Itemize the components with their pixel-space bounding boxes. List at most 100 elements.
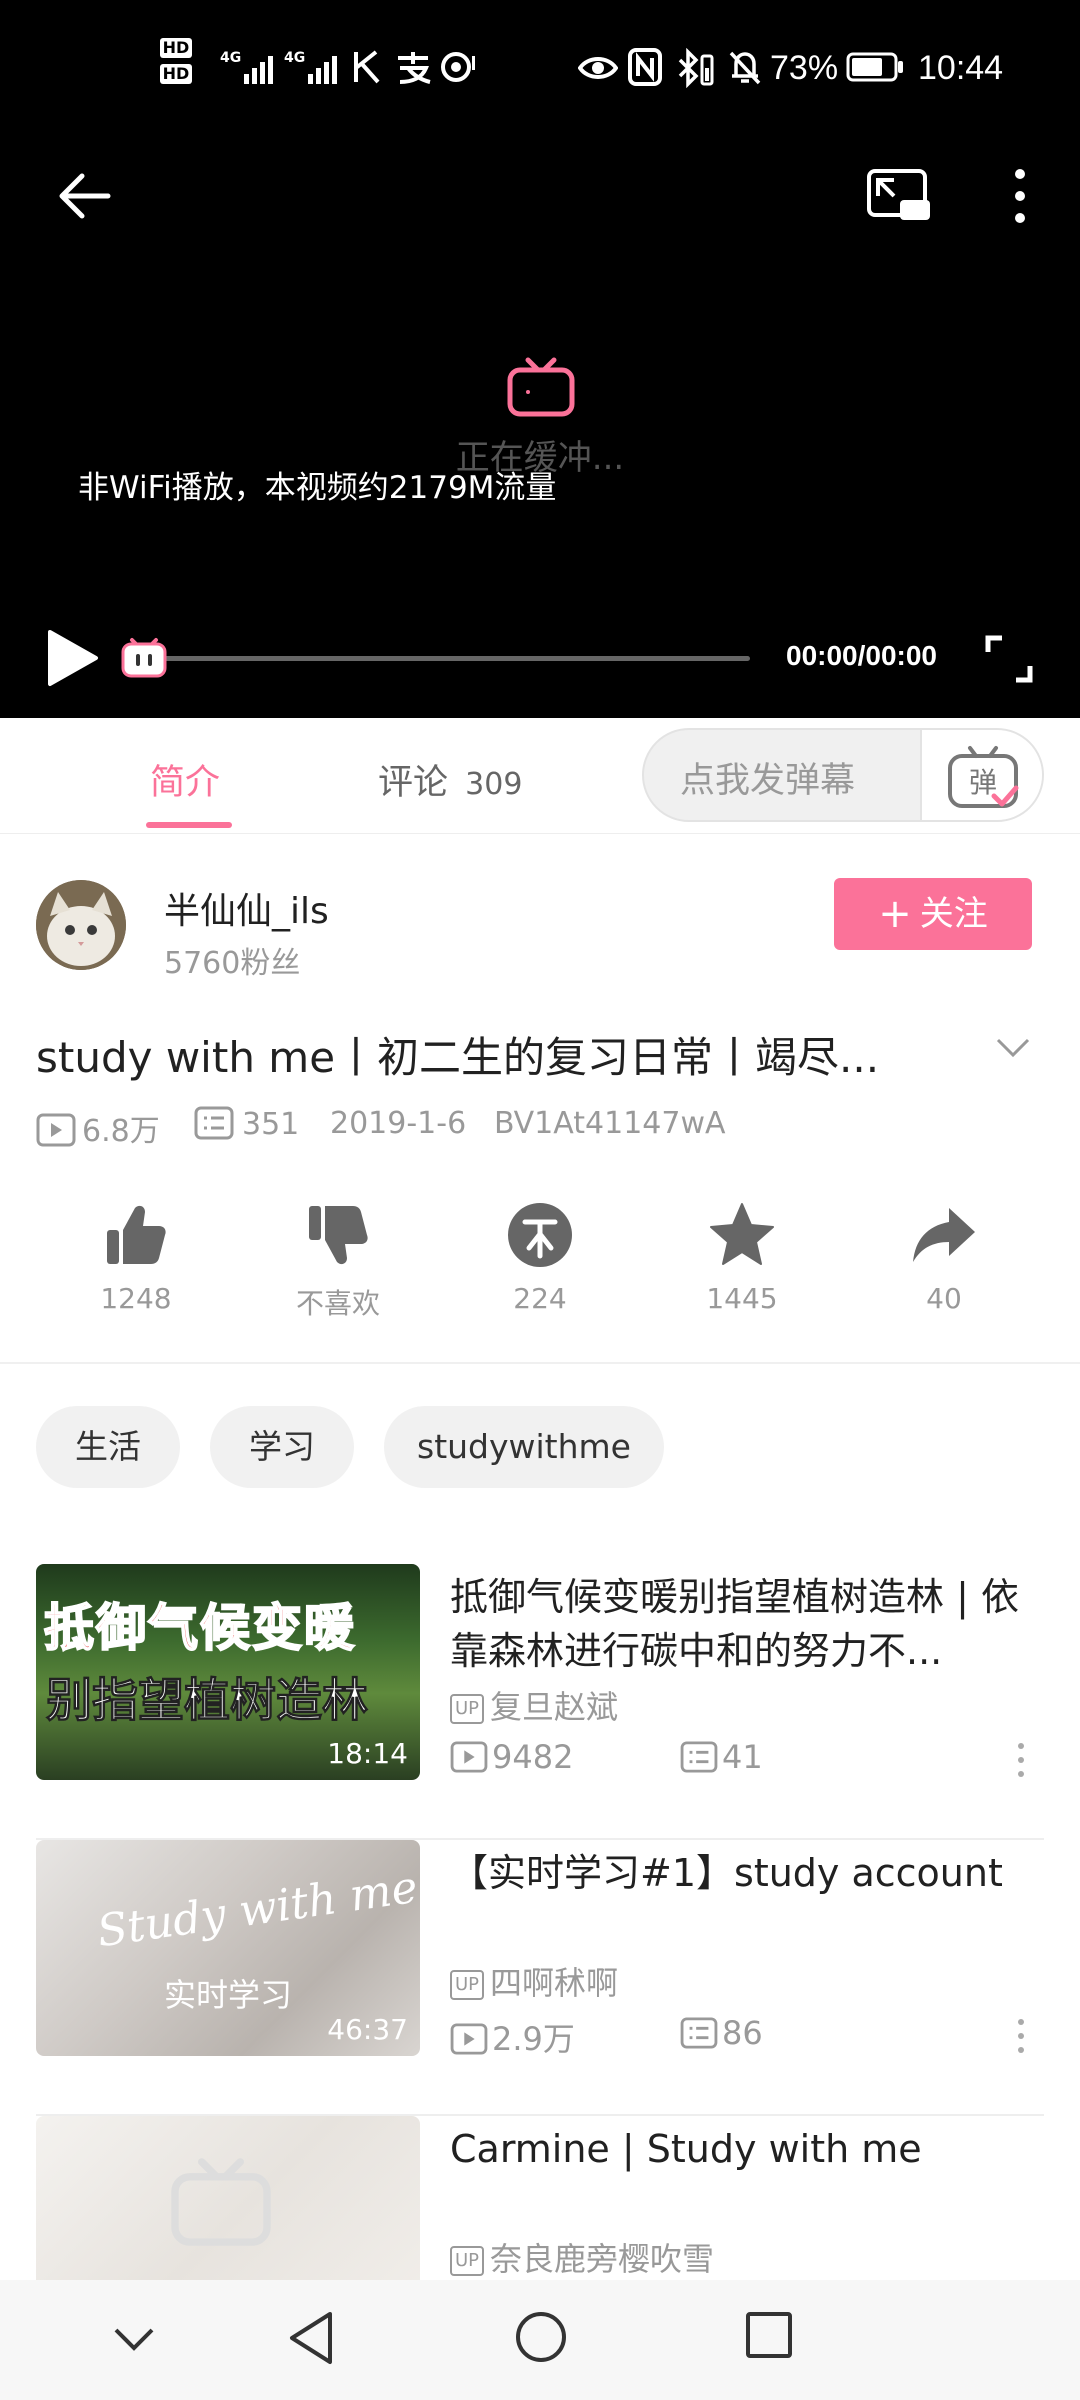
dislike-button[interactable]: 不喜欢 <box>258 1200 418 1322</box>
hd2-label: HD <box>160 64 192 84</box>
danmaku-count-value: 351 <box>242 1107 300 1142</box>
danmaku-input[interactable]: 点我发弹幕 弹 <box>642 728 1044 822</box>
rec-views: 2.9万 <box>450 2014 575 2060</box>
hd1-label: HD <box>160 38 192 58</box>
mute-bell-icon <box>729 51 761 85</box>
progress-thumb-icon[interactable] <box>120 636 168 678</box>
recommended-video[interactable]: 抵御气候变暖 别指望植树造林 18:14 抵御气候变暖别指望植树造林 | 依靠森… <box>0 1564 1080 1840</box>
rec-uploader: UP 四啊秫啊 <box>450 1958 618 2004</box>
view-count: 6.8万 <box>36 1106 160 1150</box>
thumbs-up-icon <box>107 1205 166 1264</box>
hotspot-icon <box>441 52 475 82</box>
rec-title: Carmine | Study with me <box>450 2127 922 2171</box>
star-icon <box>710 1203 774 1265</box>
more-options-icon[interactable] <box>1014 1740 1028 1780</box>
progress-bar[interactable] <box>146 656 750 661</box>
rec-uploader: UP 奈良鹿旁樱吹雪 <box>450 2234 714 2280</box>
thumb-overlay-text: 抵御气候变暖 <box>43 1598 356 1658</box>
tv-buffering-icon <box>507 357 575 417</box>
share-count: 40 <box>926 1282 962 1315</box>
section-divider <box>0 1362 1080 1364</box>
collapse-chevron-icon[interactable] <box>112 2324 156 2354</box>
rec-uploader-name: 奈良鹿旁樱吹雪 <box>490 2240 715 2278</box>
rec-views-value: 9482 <box>492 1738 574 1776</box>
battery-icon <box>846 52 903 82</box>
tag-item[interactable]: 生活 <box>36 1406 180 1488</box>
thumb-overlay-text: Study with me <box>94 1861 420 1958</box>
view-count-value: 6.8万 <box>82 1114 160 1149</box>
follow-button[interactable]: + 关注 <box>834 878 1032 950</box>
pip-cast-icon[interactable] <box>866 168 932 224</box>
net2-label: 4G <box>284 50 306 66</box>
rec-danmaku: 86 <box>680 2014 763 2052</box>
thumb-overlay-text-2: 别指望植树造林 <box>46 1673 369 1728</box>
tab-comments[interactable]: 评论 309 <box>378 754 522 805</box>
rec-danmaku-value: 86 <box>722 2014 763 2052</box>
share-button[interactable]: 40 <box>864 1200 1024 1315</box>
more-options-icon[interactable] <box>1014 2016 1028 2056</box>
action-bar: 1248 不喜欢 224 1445 40 <box>0 1200 1080 1330</box>
data-usage-tip: 非WiFi播放，本视频约2179M流量 <box>78 470 557 506</box>
rec-danmaku-value: 41 <box>722 1738 763 1776</box>
video-duration: 18:14 <box>327 1737 408 1770</box>
play-count-icon <box>36 1113 76 1147</box>
publish-date: 2019-1-6 <box>330 1106 467 1141</box>
danmaku-toggle-button[interactable]: 弹 <box>920 730 1042 820</box>
more-options-icon[interactable] <box>1000 166 1040 226</box>
like-button[interactable]: 1248 <box>56 1200 216 1315</box>
rec-title: 【实时学习#1】study account <box>450 1851 1003 1895</box>
favorite-count: 1445 <box>706 1282 778 1315</box>
uploader-fans: 5760粉丝 <box>164 946 301 981</box>
signal-2-icon: 4G <box>284 50 340 84</box>
back-arrow-icon[interactable] <box>56 168 112 224</box>
k-app-icon <box>354 50 380 84</box>
chevron-down-icon[interactable] <box>996 1030 1030 1064</box>
hd-indicator: HD HD <box>160 38 210 100</box>
cat-avatar-image <box>36 880 126 970</box>
video-player[interactable]: HD HD 4G 4G 73% 10:44 正在缓冲... 非WiFi播放，本视… <box>0 0 1080 718</box>
tag-item[interactable]: studywithme <box>384 1406 664 1488</box>
thumb-overlay-text-2: 实时学习 <box>164 1976 293 2014</box>
rec-danmaku: 41 <box>680 1738 763 1776</box>
status-bar: HD HD 4G 4G 73% 10:44 <box>0 0 1080 140</box>
up-badge-icon: UP <box>450 2246 485 2276</box>
coin-icon <box>508 1203 572 1267</box>
coin-count: 224 <box>513 1282 567 1315</box>
video-thumbnail[interactable]: 抵御气候变暖 别指望植树造林 18:14 <box>36 1564 420 1780</box>
share-arrow-icon <box>913 1208 975 1262</box>
plus-icon: + <box>878 891 912 937</box>
rec-uploader-name: 复旦赵斌 <box>490 1688 619 1726</box>
play-count-icon <box>450 1741 488 1773</box>
video-thumbnail[interactable]: Study with me 实时学习 46:37 <box>36 1840 420 2056</box>
nav-back-icon[interactable] <box>286 2310 336 2366</box>
tag-item[interactable]: 学习 <box>210 1406 354 1488</box>
recommended-video[interactable]: Study with me 实时学习 46:37 【实时学习#1】study a… <box>0 1840 1080 2116</box>
detail-tabs: 简介 评论 309 点我发弹幕 弹 <box>0 718 1080 834</box>
nav-home-icon[interactable] <box>514 2310 568 2364</box>
video-title: study with me丨初二生的复习日常丨竭尽... <box>36 1033 880 1082</box>
coin-button[interactable]: 224 <box>460 1200 620 1315</box>
bluetooth-icon <box>678 48 714 88</box>
tab-comments-label: 评论 <box>378 763 449 803</box>
thumbs-down-icon <box>309 1206 368 1265</box>
uploader-name[interactable]: 半仙仙_ils <box>164 882 329 934</box>
play-icon[interactable] <box>44 628 100 688</box>
danmaku-count: 351 <box>194 1106 299 1142</box>
tv-placeholder-icon <box>171 2158 271 2246</box>
danmaku-placeholder: 点我发弹幕 <box>680 761 856 801</box>
comments-count: 309 <box>465 767 523 802</box>
tab-intro[interactable]: 简介 <box>150 754 220 805</box>
fullscreen-icon[interactable] <box>984 634 1034 684</box>
system-navigation-bar <box>0 2280 1080 2400</box>
favorite-button[interactable]: 1445 <box>662 1200 822 1315</box>
video-duration: 46:37 <box>327 2013 408 2046</box>
up-badge-icon: UP <box>450 1970 485 2000</box>
clock: 10:44 <box>918 49 1004 87</box>
follow-label: 关注 <box>919 894 988 934</box>
up-badge-icon: UP <box>450 1694 485 1724</box>
battery-percent: 73% <box>770 49 839 87</box>
nav-recents-icon[interactable] <box>744 2310 794 2360</box>
playback-time: 00:00/00:00 <box>786 640 938 671</box>
signal-1-icon: 4G <box>220 50 276 84</box>
uploader-avatar[interactable] <box>36 880 126 970</box>
